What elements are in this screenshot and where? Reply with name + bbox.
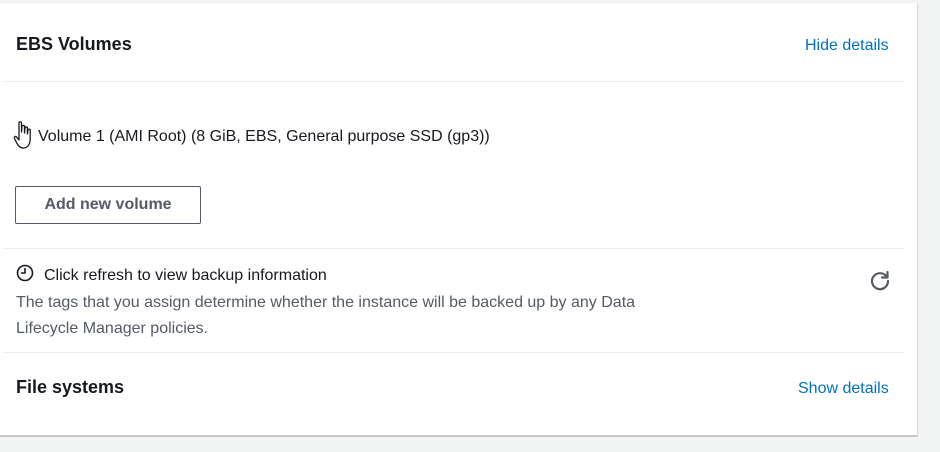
divider (4, 352, 904, 353)
divider (4, 248, 904, 249)
hide-details-link[interactable]: Hide details (805, 37, 889, 55)
backup-info-title: Click refresh to view backup information (44, 266, 327, 284)
ebs-volumes-title: EBS Volumes (16, 34, 132, 54)
show-details-link[interactable]: Show details (798, 380, 889, 398)
divider (4, 81, 904, 82)
add-new-volume-button[interactable]: Add new volume (15, 186, 201, 224)
panel-top-edge (0, 0, 918, 3)
file-systems-title: File systems (16, 377, 125, 397)
volume-row[interactable]: Volume 1 (AMI Root) (8 GiB, EBS, General… (12, 118, 490, 156)
refresh-icon[interactable] (868, 269, 892, 293)
storage-panel: EBS Volumes Hide details Volume 1 (AMI R… (0, 0, 918, 437)
backup-info-description: The tags that you assign determine wheth… (16, 294, 636, 337)
backup-info-row: Click refresh to view backup information (16, 264, 327, 287)
volume-1-label: Volume 1 (AMI Root) (8 GiB, EBS, General… (38, 128, 490, 145)
clock-icon (16, 264, 34, 287)
hand-cursor-icon (12, 119, 34, 156)
